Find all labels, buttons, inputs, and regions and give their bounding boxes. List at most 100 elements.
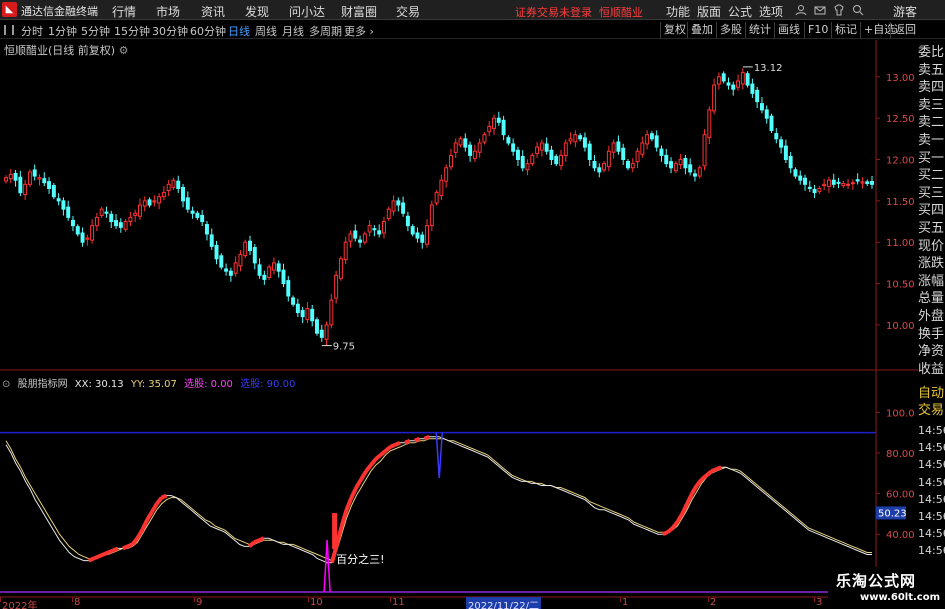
chart-canvas[interactable]: 13.00 12.50 12.00 11.50 11.00 10.50 10.00 13.1… [0, 0, 945, 609]
rising-segment [413, 436, 421, 443]
candle-body [348, 233, 353, 242]
candle-body [645, 134, 650, 145]
sidebar-item[interactable]: 卖三 [918, 98, 945, 114]
sidebar-item[interactable]: 买二 [918, 168, 945, 184]
candle-body [444, 167, 449, 182]
rising-segment [155, 496, 164, 505]
settings-gear-icon[interactable]: ⚙ [119, 44, 129, 57]
candle-body [257, 264, 262, 276]
candle-body [47, 181, 52, 189]
candle-body [224, 268, 229, 272]
tick-time: 14:56 [918, 458, 945, 472]
candle-body [353, 230, 358, 239]
candle-body [826, 179, 831, 187]
rising-segment [666, 526, 674, 534]
indicator-toggle-icon[interactable]: ⊙ [2, 379, 10, 390]
candle-body [664, 154, 669, 165]
sidebar-item[interactable]: 卖二 [918, 115, 945, 131]
candle-body [472, 150, 477, 159]
candle-body [616, 141, 621, 152]
price-tick-label: 10.00 [886, 321, 915, 332]
rising-segment [160, 493, 168, 500]
candle-body [295, 303, 300, 314]
candle-body [487, 125, 492, 133]
candle-body [501, 119, 506, 136]
sidebar-item[interactable]: 卖五 [918, 63, 945, 79]
rising-segment [102, 550, 109, 557]
sidebar-item[interactable]: 买四 [918, 203, 945, 219]
candle-body [334, 274, 339, 299]
sidebar-item[interactable]: 卖四 [918, 80, 945, 96]
rising-segment [359, 470, 368, 481]
date-tick [72, 597, 73, 602]
sidebar-item[interactable]: 换手 [918, 327, 945, 343]
candle-body [448, 154, 453, 168]
sidebar-item[interactable]: 涨幅 [918, 274, 945, 290]
sidebar-trade[interactable]: 交易 [918, 403, 945, 419]
candle-body [673, 163, 678, 172]
candle-body [142, 200, 147, 207]
sidebar-item[interactable]: 卖一 [918, 133, 945, 149]
candlestick-series [4, 68, 874, 346]
sidebar-item[interactable]: 外盘 [918, 309, 945, 325]
candle-body [812, 188, 817, 194]
sidebar-auto[interactable]: 自动 [918, 386, 945, 402]
candle-body [51, 184, 56, 198]
tick-time: 14:56 [918, 475, 945, 489]
candle-body [549, 149, 554, 161]
sidebar-item[interactable]: 现价 [918, 239, 945, 255]
candle-body [841, 182, 846, 187]
candle-body [133, 212, 138, 216]
rising-segment [258, 536, 265, 543]
rising-segment [423, 434, 431, 441]
rising-segment [112, 546, 119, 553]
sidebar-item[interactable]: 委比 [918, 45, 945, 61]
select2-value: 选股: 90.00 [240, 379, 296, 390]
sidebar-item[interactable]: 买三 [918, 186, 945, 202]
rising-segment [715, 465, 722, 472]
candle-body [109, 213, 114, 223]
date-tick [620, 597, 621, 602]
candle-body [94, 216, 99, 227]
tick-time: 14:56 [918, 492, 945, 506]
date-label: 8 [74, 597, 81, 608]
candle-body [649, 133, 654, 140]
candle-body [214, 244, 219, 260]
sidebar-item[interactable]: 收益 [918, 362, 945, 378]
date-tick [308, 597, 309, 602]
candle-body [707, 109, 712, 139]
candle-body [429, 204, 434, 227]
date-tick [708, 597, 709, 602]
sidebar-item[interactable]: 涨跌 [918, 256, 945, 272]
candle-body [559, 154, 563, 167]
buy-signal-bar [332, 513, 338, 549]
candle-body [61, 200, 66, 210]
sidebar-item[interactable]: 买五 [918, 221, 945, 237]
candle-body [310, 308, 315, 322]
candle-body [300, 310, 305, 318]
candle-body [32, 169, 37, 177]
rising-segment [126, 542, 134, 549]
indicator-name[interactable]: 股朋指标网 [18, 379, 68, 390]
date-label: 2022年 [2, 601, 38, 609]
candle-body [219, 255, 224, 268]
candle-body [420, 234, 425, 243]
candle-body [171, 179, 176, 188]
price-axis: 13.00 12.50 12.00 11.50 11.00 10.50 10.00 [876, 73, 915, 332]
sidebar-item[interactable]: 净资 [918, 344, 945, 360]
sidebar-item[interactable]: 总量 [918, 291, 945, 307]
candle-body [271, 262, 276, 271]
candle-body [195, 212, 200, 218]
candle-body [573, 134, 578, 143]
candle-body [396, 200, 401, 206]
rising-segment [247, 540, 256, 548]
candle-body [870, 181, 874, 185]
sidebar-item[interactable]: 买一 [918, 151, 945, 167]
indicator-tick-label: 60.00 [886, 490, 915, 501]
candle-body [822, 183, 827, 186]
rising-segment [675, 512, 684, 524]
candle-body [745, 73, 750, 86]
candle-body [118, 222, 123, 228]
date-axis: 2022年89101112123 [0, 597, 918, 609]
chart-title: 恒顺醋业(日线 前复权) ⚙ [4, 44, 129, 57]
